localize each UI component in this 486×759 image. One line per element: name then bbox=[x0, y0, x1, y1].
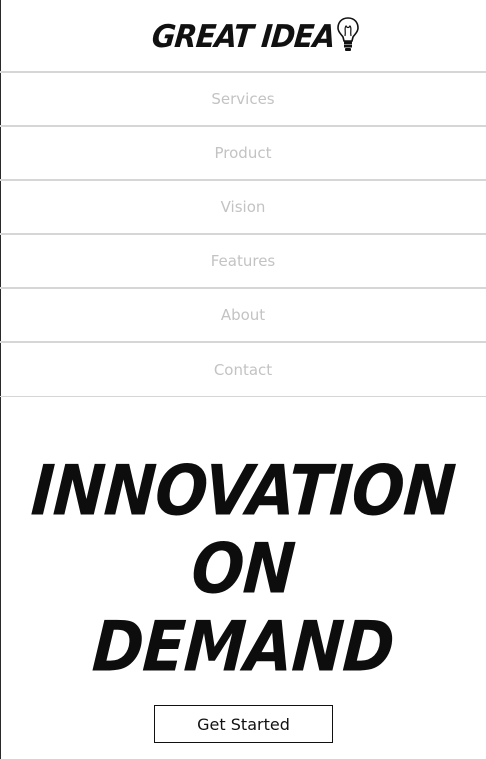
nav-item-vision[interactable]: Vision bbox=[0, 181, 486, 235]
nav-item-contact[interactable]: Contact bbox=[0, 343, 486, 397]
nav-item-features[interactable]: Features bbox=[0, 235, 486, 289]
lightbulb-icon bbox=[336, 17, 359, 51]
nav-item-about[interactable]: About bbox=[0, 289, 486, 343]
nav-item-product[interactable]: Product bbox=[0, 127, 486, 181]
hero-headline-line-3: DEMAND bbox=[90, 605, 397, 688]
hero-headline-line-1: INNOVATION bbox=[28, 449, 458, 532]
logo[interactable]: GREAT IDEA bbox=[150, 16, 360, 56]
nav-item-services[interactable]: Services bbox=[0, 73, 486, 127]
hero-headline-line-2: ON bbox=[189, 527, 297, 610]
site-header: GREAT IDEA bbox=[0, 0, 486, 73]
main-nav: Services Product Vision Features About C… bbox=[0, 73, 486, 397]
logo-text: GREAT IDEA bbox=[150, 17, 337, 55]
hero-section: INNOVATION ON DEMAND bbox=[0, 450, 486, 688]
get-started-button[interactable]: Get Started bbox=[154, 705, 333, 743]
